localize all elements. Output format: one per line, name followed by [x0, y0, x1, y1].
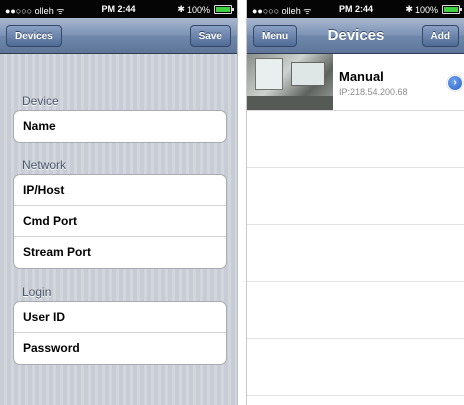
battery-indicator: ✱ 100% [177, 4, 234, 15]
user-id-field[interactable]: User ID [14, 302, 226, 333]
battery-icon [214, 5, 234, 14]
navigation-bar: Devices Save [0, 18, 237, 54]
list-item [247, 168, 464, 225]
name-field[interactable]: Name [14, 111, 226, 142]
list-item [247, 339, 464, 396]
list-item [247, 282, 464, 339]
list-item [247, 111, 464, 168]
battery-indicator: ✱ 100% [405, 4, 462, 15]
bluetooth-icon: ✱ [405, 4, 413, 14]
device-list: Manual IP:218.54.200.68 › [247, 54, 464, 396]
device-ip: IP:218.54.200.68 [339, 87, 408, 97]
cmd-port-field[interactable]: Cmd Port [14, 206, 226, 237]
list-item [247, 225, 464, 282]
status-bar: ●●○○○ olleh ᯤ PM 2:44 ✱ 100% [247, 0, 464, 18]
navigation-bar: Menu Devices Add [247, 18, 464, 54]
device-settings-screen: ●●○○○ olleh ᯤ PM 2:44 ✱ 100% Devices Sav… [0, 0, 238, 405]
battery-percent: 100% [186, 4, 210, 15]
password-field[interactable]: Password [14, 333, 226, 364]
ip-host-field[interactable]: IP/Host [14, 175, 226, 206]
battery-percent: 100% [414, 4, 438, 15]
network-group: IP/Host Cmd Port Stream Port [13, 174, 227, 269]
stream-port-field[interactable]: Stream Port [14, 237, 226, 268]
section-title-device: Device [22, 94, 59, 108]
login-group: User ID Password [13, 301, 227, 365]
section-title-login: Login [22, 285, 52, 299]
back-button-devices[interactable]: Devices [6, 25, 62, 47]
device-list-screen: ●●○○○ olleh ᯤ PM 2:44 ✱ 100% Menu Device… [246, 0, 464, 405]
device-group: Name [13, 110, 227, 143]
camera-thumbnail [247, 54, 333, 110]
bluetooth-icon: ✱ [177, 4, 185, 14]
list-item[interactable]: Manual IP:218.54.200.68 › [247, 54, 464, 111]
battery-icon [442, 5, 462, 14]
status-bar: ●●○○○ olleh ᯤ PM 2:44 ✱ 100% [0, 0, 237, 18]
add-button[interactable]: Add [421, 25, 459, 47]
save-button[interactable]: Save [189, 25, 231, 47]
settings-form: Device Name Network IP/Host Cmd Port Str… [0, 54, 237, 405]
section-title-network: Network [22, 158, 67, 172]
device-name: Manual [339, 69, 384, 84]
chevron-right-circle-icon[interactable]: › [447, 75, 463, 91]
